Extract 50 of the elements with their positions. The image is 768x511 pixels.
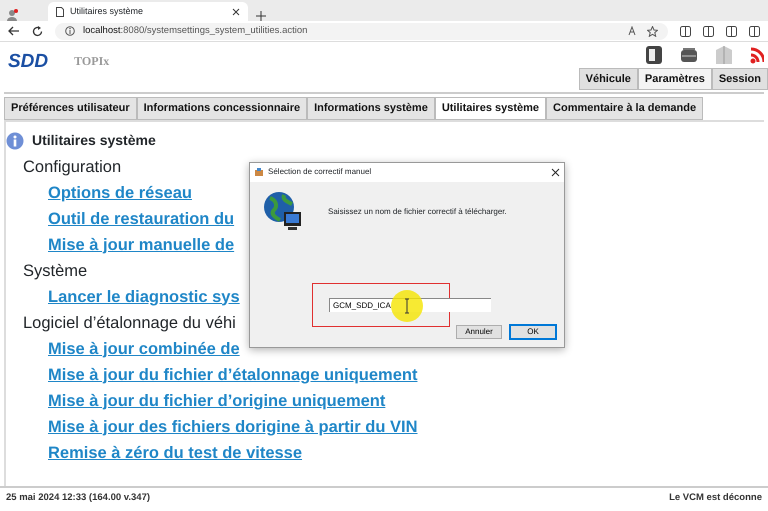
nav-tab[interactable]: Session (712, 68, 768, 90)
utility-link[interactable]: Mise à jour du fichier d’origine uniquement (48, 388, 386, 414)
logo: SDD (8, 50, 48, 74)
nav-tab[interactable]: Véhicule (578, 68, 638, 90)
page-icon (56, 6, 64, 16)
utility-link[interactable]: Outil de restauration du (48, 206, 234, 232)
new-tab-icon[interactable] (256, 11, 266, 21)
utility-link[interactable]: Remise à zéro du test de vitesse (48, 440, 302, 466)
info-icon (65, 26, 75, 36)
dialog-message: Saisissez un nom de fichier correctif à télécharger. (328, 206, 507, 218)
tab[interactable]: Utilitaires système (434, 97, 546, 120)
utility-link[interactable]: Mise à jour du fichier d’étalonnage uniquement (48, 362, 418, 388)
status-text: 25 mai 2024 12:33 (164.00 v.347) (6, 490, 150, 504)
globe-computer-icon (262, 190, 302, 232)
dialog-title: Sélection de correctif manuel (268, 166, 372, 178)
tab[interactable]: Informations concessionnaire (136, 97, 308, 120)
nav-tab[interactable]: Paramètres (638, 68, 712, 90)
connector-icon[interactable] (680, 46, 698, 63)
group-title: Configuration (23, 156, 122, 178)
tab[interactable]: Commentaire à la demande (546, 97, 704, 120)
utility-link[interactable]: Mise à jour des fichiers dorigine à partir du VIN (48, 414, 418, 440)
favorite-icon[interactable] (647, 26, 658, 36)
tab[interactable]: Préférences utilisateur (4, 97, 137, 120)
utility-link[interactable]: Lancer le diagnostic sys (48, 284, 240, 310)
reload-icon[interactable] (32, 26, 43, 36)
utility-link[interactable]: Mise à jour combinée de (48, 336, 240, 362)
dialog-button[interactable]: Annuler (456, 324, 502, 338)
back-icon[interactable] (8, 26, 20, 36)
wireless-icon[interactable] (750, 46, 764, 64)
info-icon (6, 132, 24, 150)
dialog-button[interactable]: OK (510, 324, 556, 338)
utility-link[interactable]: Options de réseau (48, 180, 192, 206)
profile-icon[interactable] (6, 9, 18, 21)
connection-status: Le VCM est déconne (669, 490, 762, 504)
product-name: TOPIx (74, 53, 110, 70)
url-text: localhost:8080/systemsettings_system_utilities.action (83, 24, 308, 38)
cursor-highlight (390, 288, 424, 322)
tab[interactable]: Informations système (307, 97, 435, 120)
section-heading: Utilitaires système (32, 131, 156, 150)
address-bar[interactable]: localhost:8080/systemsettings_system_utilities.action (55, 22, 668, 40)
tab-title: Utilitaires système (70, 4, 144, 18)
split-screen-icon[interactable] (680, 26, 691, 36)
device-icon[interactable] (644, 44, 664, 65)
group-title: Système (23, 260, 88, 282)
group-title: Logiciel d’étalonnage du véhi (23, 312, 236, 334)
utility-link[interactable]: Mise à jour manuelle de (48, 232, 234, 258)
app-icon (254, 167, 264, 177)
close-icon[interactable] (232, 8, 240, 16)
browser-tab[interactable]: Utilitaires système (48, 2, 248, 21)
close-icon[interactable] (551, 168, 560, 176)
